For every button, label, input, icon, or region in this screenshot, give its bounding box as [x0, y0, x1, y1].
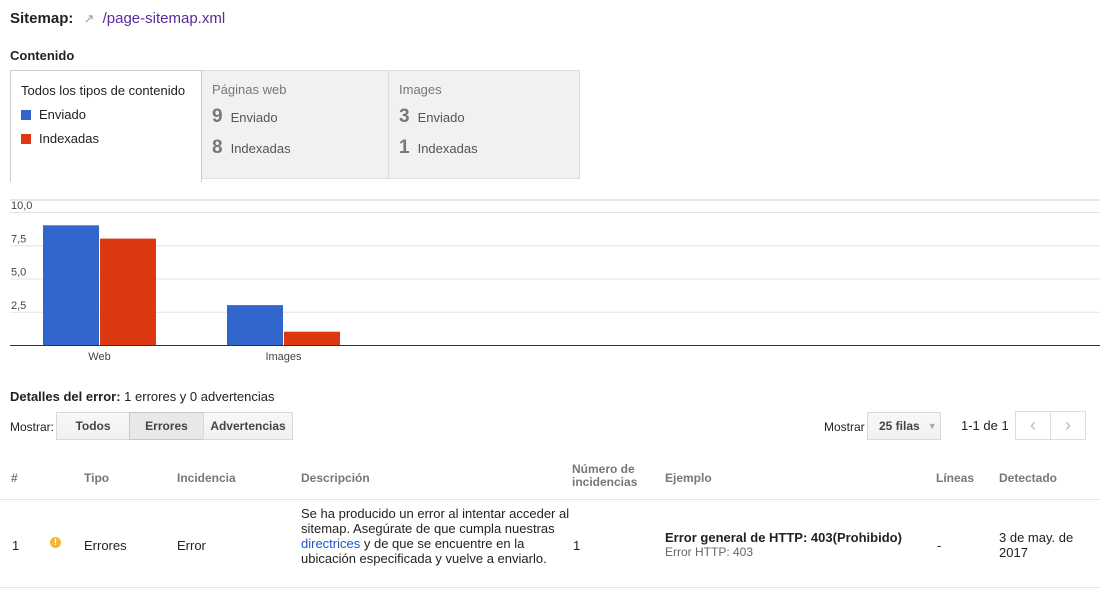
tab-title: Todos los tipos de contenido — [21, 83, 186, 98]
bar-web-indexed — [100, 238, 156, 345]
error-details-summary: 1 errores y 0 advertencias — [124, 389, 275, 404]
row-detected: 3 de may. de 2017 — [999, 530, 1074, 560]
error-details-label: Detalles del error: — [10, 389, 121, 404]
row-divider — [0, 587, 1100, 588]
column-header-issue[interactable]: Incidencia — [177, 471, 236, 485]
rows-label: Mostrar — [824, 420, 865, 434]
row-count: 1 — [573, 538, 581, 553]
stat-submitted: 3 Enviado — [399, 106, 579, 128]
bar-web-submitted — [43, 225, 99, 345]
filter-label: Mostrar: — [10, 420, 55, 434]
column-header-lines[interactable]: Líneas — [936, 471, 974, 485]
sitemap-path-link[interactable]: /page-sitemap.xml — [103, 10, 226, 27]
y-tick-label: 2,5 — [11, 300, 26, 312]
indexed-swatch — [21, 133, 31, 144]
content-bar-chart: 10,0 7,5 5,0 2,5 Web Images — [10, 199, 1100, 363]
tab-web-pages[interactable]: Páginas web 9 Enviado 8 Indexadas — [201, 70, 389, 179]
filter-warnings-button[interactable]: Advertencias — [203, 412, 293, 440]
stat-label: Enviado — [417, 110, 465, 125]
chevron-down-icon: ▼ — [927, 421, 937, 431]
legend-submitted-label: Enviado — [39, 107, 86, 122]
x-tick-label: Web — [88, 351, 110, 363]
stat-number: 9 — [212, 106, 223, 127]
y-tick-label: 10,0 — [11, 200, 32, 212]
previous-page-button[interactable]: ‹ — [1015, 411, 1051, 440]
column-header-description[interactable]: Descripción — [301, 471, 370, 485]
stat-label: Indexadas — [417, 141, 478, 156]
submitted-swatch — [21, 109, 31, 120]
y-tick-label: 7,5 — [11, 233, 26, 245]
sitemap-label: Sitemap: — [10, 10, 74, 27]
column-header-example[interactable]: Ejemplo — [665, 471, 712, 485]
bar-images-indexed — [284, 331, 340, 345]
y-tick-label: 5,0 — [11, 267, 26, 279]
stat-number: 8 — [212, 137, 223, 158]
chevron-left-icon: ‹ — [1030, 415, 1036, 435]
next-page-button[interactable]: › — [1050, 411, 1086, 440]
error-details-heading: Detalles del error: 1 errores y 0 advert… — [10, 389, 274, 404]
row-type: Errores — [84, 538, 127, 553]
column-header-type[interactable]: Tipo — [84, 471, 109, 485]
stat-label: Enviado — [230, 110, 278, 125]
tab-title: Páginas web — [212, 82, 287, 97]
rows-per-page-value: 25 filas — [879, 419, 920, 433]
row-issue: Error — [177, 538, 206, 553]
column-header-detected[interactable]: Detectado — [999, 471, 1057, 485]
row-description: Se ha producido un error al intentar acc… — [301, 506, 571, 566]
row-lines: - — [937, 538, 942, 553]
tab-title: Images — [399, 82, 442, 97]
guidelines-link[interactable]: directrices — [301, 536, 360, 551]
row-example-detail: Error HTTP: 403 — [665, 545, 754, 559]
filter-all-button[interactable]: Todos — [56, 412, 130, 440]
bar-images-submitted — [227, 305, 283, 345]
stat-indexed: 1 Indexadas — [399, 137, 579, 159]
stat-submitted: 9 Enviado — [212, 106, 388, 128]
column-header-index[interactable]: # — [11, 471, 18, 485]
rows-per-page-select[interactable]: 25 filas ▼ — [867, 412, 941, 440]
external-link-icon[interactable]: ↗︎ — [84, 11, 95, 26]
content-heading: Contenido — [10, 48, 75, 63]
description-text: Se ha producido un error al intentar acc… — [301, 506, 570, 536]
stat-label: Indexadas — [230, 141, 291, 156]
filter-button-group: Todos Errores Advertencias — [56, 412, 293, 440]
row-example-title: Error general de HTTP: 403(Prohibido) — [665, 530, 902, 545]
tab-images[interactable]: Images 3 Enviado 1 Indexadas — [388, 70, 580, 179]
column-header-count[interactable]: Número de incidencias — [572, 463, 652, 489]
legend-indexed: Indexadas — [21, 131, 201, 146]
warning-icon: ! — [50, 537, 61, 548]
legend-indexed-label: Indexadas — [39, 131, 99, 146]
tab-all-content-types[interactable]: Todos los tipos de contenido Enviado Ind… — [10, 70, 202, 182]
header-divider — [0, 499, 1100, 500]
filter-errors-button[interactable]: Errores — [129, 412, 204, 440]
chevron-right-icon: › — [1065, 415, 1071, 435]
stat-number: 3 — [399, 106, 410, 127]
legend-submitted: Enviado — [21, 107, 201, 122]
sitemap-header: Sitemap: ↗︎ /page-sitemap.xml — [10, 10, 225, 27]
stat-number: 1 — [399, 137, 410, 158]
pagination-range: 1-1 de 1 — [961, 418, 1009, 433]
x-tick-label: Images — [265, 351, 302, 363]
stat-indexed: 8 Indexadas — [212, 137, 388, 159]
row-index: 1 — [12, 538, 20, 553]
